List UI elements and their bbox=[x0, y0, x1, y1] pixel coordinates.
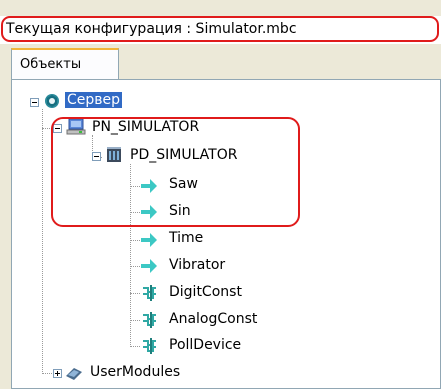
tree-line bbox=[130, 320, 140, 321]
tree-line bbox=[130, 212, 140, 213]
tree-line bbox=[42, 373, 52, 374]
object-tree: Сервер PN_SIMULATOR PD_SIMULATOR Saw Sin… bbox=[12, 80, 440, 388]
collapse-toggle[interactable] bbox=[92, 152, 101, 161]
tree-line bbox=[42, 128, 52, 129]
modules-icon bbox=[66, 368, 82, 380]
tree-item-time[interactable]: Time bbox=[169, 230, 203, 246]
tree-line bbox=[130, 346, 140, 347]
tree-line bbox=[130, 293, 140, 294]
signal-arrow-icon bbox=[141, 259, 157, 273]
collapse-toggle[interactable] bbox=[30, 98, 39, 107]
signal-arrow-icon bbox=[141, 233, 157, 247]
tab-strip: Объекты bbox=[0, 45, 441, 80]
tree-item-polldevice[interactable]: PollDevice bbox=[169, 337, 241, 353]
tree-line bbox=[42, 109, 43, 374]
constant-icon bbox=[143, 285, 156, 301]
config-title-bar: Текущая конфигурация : Simulator.mbc bbox=[0, 16, 441, 44]
tree-line bbox=[130, 240, 140, 241]
tree-line bbox=[130, 186, 140, 187]
tree-item-analogconst[interactable]: AnalogConst bbox=[169, 311, 257, 327]
tab-objects-label: Объекты bbox=[20, 57, 82, 72]
expand-toggle[interactable] bbox=[53, 369, 62, 378]
tree-item-server[interactable]: Сервер bbox=[65, 92, 123, 108]
tree-item-usermodules[interactable]: UserModules bbox=[90, 364, 180, 380]
tree-line bbox=[130, 266, 140, 267]
tree-item-pd-simulator[interactable]: PD_SIMULATOR bbox=[130, 147, 237, 163]
constant-icon bbox=[143, 338, 156, 354]
tree-item-vibrator[interactable]: Vibrator bbox=[169, 257, 225, 273]
objects-panel: Сервер PN_SIMULATOR PD_SIMULATOR Saw Sin… bbox=[11, 79, 441, 389]
config-title: Текущая конфигурация : Simulator.mbc bbox=[6, 21, 297, 37]
constant-icon bbox=[143, 312, 156, 328]
signal-arrow-icon bbox=[141, 205, 157, 219]
tree-item-sin[interactable]: Sin bbox=[169, 203, 191, 219]
tab-objects[interactable]: Объекты bbox=[11, 48, 119, 80]
signal-arrow-icon bbox=[141, 179, 157, 193]
device-icon bbox=[107, 147, 121, 162]
collapse-toggle[interactable] bbox=[53, 124, 62, 133]
server-icon bbox=[45, 94, 59, 108]
computer-icon bbox=[66, 118, 86, 135]
tree-item-saw[interactable]: Saw bbox=[169, 176, 198, 192]
tree-item-pn-simulator[interactable]: PN_SIMULATOR bbox=[92, 119, 199, 135]
tree-item-digitconst[interactable]: DigitConst bbox=[169, 284, 242, 300]
